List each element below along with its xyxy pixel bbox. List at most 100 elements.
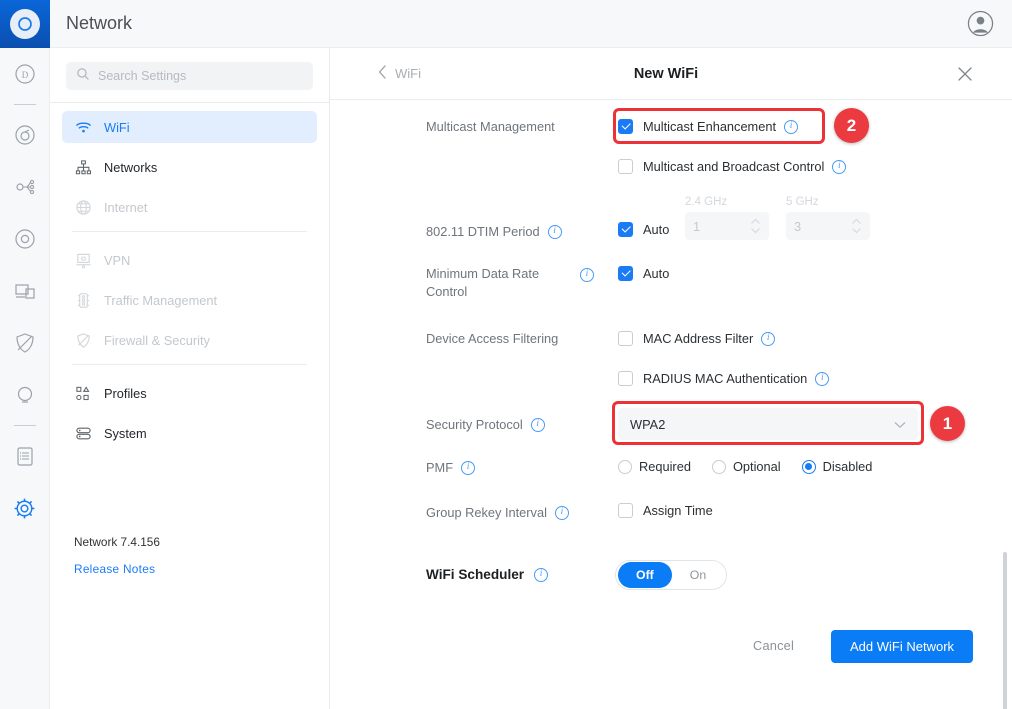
assign-time-checkbox[interactable]: Assign Time [618, 503, 713, 518]
search-input[interactable] [98, 69, 303, 83]
radio-circle [618, 459, 632, 474]
clipboard-logs-icon[interactable] [0, 430, 50, 482]
sidebar-item-label: Profiles [104, 385, 147, 401]
wifi-scheduler-toggle[interactable]: Off On [615, 560, 728, 590]
info-icon[interactable]: i [554, 505, 569, 520]
dtim-band-5ghz: 5 GHz 3 [786, 196, 870, 240]
info-icon[interactable]: i [784, 120, 799, 134]
mac-address-filter-checkbox[interactable]: MAC Address Filter [618, 330, 753, 346]
group-rekey-label: Group Rekey Interval [426, 505, 547, 520]
info-icon[interactable]: i [815, 372, 830, 386]
min-data-rate-label-line1: Minimum Data Rate [426, 266, 540, 281]
dtim-auto-checkbox[interactable]: Auto [618, 222, 669, 237]
search-container [50, 48, 329, 102]
pmf-label: PMF [426, 460, 454, 475]
nav-divider-1 [72, 231, 307, 232]
close-icon[interactable] [956, 65, 974, 83]
checkbox-box [618, 503, 633, 518]
min-data-rate-auto-row: Auto [618, 266, 669, 281]
min-data-rate-auto-checkbox[interactable]: Auto [618, 266, 669, 281]
multicast-enhancement-checkbox[interactable]: Multicast Enhancement [618, 118, 776, 134]
radius-mac-auth-checkbox[interactable]: RADIUS MAC Authentication [618, 370, 807, 386]
dtim-band-5ghz-label: 5 GHz [786, 196, 819, 208]
devices-network-icon[interactable] [0, 161, 50, 213]
version-label: Network 7.4.156 [74, 535, 160, 549]
info-icon[interactable]: i [530, 417, 545, 432]
sidebar-item-system[interactable]: System [62, 417, 317, 449]
sidebar-item-profiles[interactable]: Profiles [62, 377, 317, 409]
info-icon[interactable]: i [534, 567, 549, 582]
checkbox-box [618, 330, 633, 346]
stepper-arrows-icon[interactable] [851, 218, 862, 234]
sidebar-item-networks[interactable]: Networks [62, 151, 317, 183]
dtim-2ghz-stepper[interactable]: 1 [685, 212, 769, 240]
search-box[interactable] [66, 62, 313, 90]
multicast-broadcast-control-row: Multicast and Broadcast Control i [618, 158, 847, 174]
dashboard-d-icon[interactable]: D [0, 48, 50, 100]
shield-icon [74, 332, 92, 349]
wifi-scheduler-on-option[interactable]: On [672, 562, 724, 588]
stepper-arrows-icon[interactable] [750, 218, 761, 234]
insights-bulb-icon[interactable] [0, 369, 50, 421]
annotation-badge-1: 1 [930, 406, 965, 441]
chevron-down-icon [894, 417, 906, 432]
min-data-rate-label-wrap: Minimum Data Rate Control [426, 265, 606, 301]
wifi-scheduler-off-option[interactable]: Off [618, 562, 672, 588]
cancel-button[interactable]: Cancel [753, 638, 794, 653]
nav-group-services: VPN Traffic Management Firewall & Securi… [62, 244, 317, 356]
checkbox-box [618, 266, 633, 281]
checkbox-box [618, 370, 633, 386]
dtim-period-label: 802.11 DTIM Period [426, 224, 540, 239]
dtim-label-wrap: 802.11 DTIM Period i [426, 223, 562, 240]
scrollbar-thumb[interactable] [1003, 552, 1007, 709]
info-icon[interactable]: i [761, 332, 776, 346]
dtim-auto-label: Auto [643, 222, 670, 237]
sidebar-item-firewall-security[interactable]: Firewall & Security [62, 324, 317, 356]
info-icon[interactable]: i [832, 160, 847, 174]
dtim-5ghz-value: 3 [794, 218, 802, 234]
release-notes-link[interactable]: Release Notes [74, 562, 155, 576]
security-protocol-select[interactable]: WPA2 [618, 408, 918, 440]
pmf-option-label: Disabled [822, 459, 873, 474]
add-wifi-network-button[interactable]: Add WiFi Network [831, 630, 974, 663]
sidebar-item-wifi[interactable]: WiFi [62, 111, 317, 143]
security-protocol-value: WPA2 [630, 416, 666, 432]
wifi-settings-form: Multicast Management Multicast Enhanceme… [330, 100, 1012, 709]
chevron-left-icon [378, 65, 387, 82]
topology-icon[interactable] [0, 109, 50, 161]
group-rekey-label-wrap: Group Rekey Interval i [426, 504, 569, 521]
sidebar-item-label: VPN [104, 252, 131, 268]
security-protocol-label-wrap: Security Protocol i [426, 416, 545, 433]
sidebar-item-vpn[interactable]: VPN [62, 244, 317, 276]
user-avatar-icon[interactable] [967, 10, 994, 37]
profiles-icon [74, 385, 92, 402]
scrollbar-track[interactable] [1003, 100, 1010, 709]
dtim-2ghz-value: 1 [693, 218, 701, 234]
sidebar-nav: WiFi Networks Internet VPN Traffic Manag… [50, 103, 329, 449]
info-icon[interactable]: i [547, 224, 562, 239]
gear-icon[interactable] [0, 482, 50, 534]
icon-rail: D [0, 0, 50, 709]
client-circle-icon[interactable] [0, 213, 50, 265]
info-icon[interactable]: i [461, 460, 476, 475]
wifi-icon [74, 119, 92, 136]
pmf-label-wrap: PMF i [426, 459, 476, 476]
checkbox-box [618, 118, 633, 134]
sidebar-item-traffic-management[interactable]: Traffic Management [62, 284, 317, 316]
info-icon[interactable]: i [580, 268, 594, 282]
screens-icon[interactable] [0, 265, 50, 317]
dtim-5ghz-stepper[interactable]: 3 [786, 212, 870, 240]
brand-logo[interactable] [0, 0, 50, 48]
dtim-band-2ghz-label: 2.4 GHz [685, 196, 728, 208]
shield-icon[interactable] [0, 317, 50, 369]
checkbox-box [618, 158, 633, 174]
circle-logo-icon [9, 9, 40, 39]
multicast-broadcast-control-checkbox[interactable]: Multicast and Broadcast Control [618, 158, 824, 174]
wifi-scheduler-label-wrap: WiFi Scheduler i [426, 566, 549, 583]
annotation-badge-2: 2 [834, 108, 869, 143]
back-to-wifi-link[interactable]: WiFi [378, 65, 421, 82]
pmf-option-optional[interactable]: Optional [711, 459, 781, 474]
pmf-option-required[interactable]: Required [618, 459, 691, 474]
pmf-option-disabled[interactable]: Disabled [801, 459, 873, 474]
sidebar-item-internet[interactable]: Internet [62, 191, 317, 223]
